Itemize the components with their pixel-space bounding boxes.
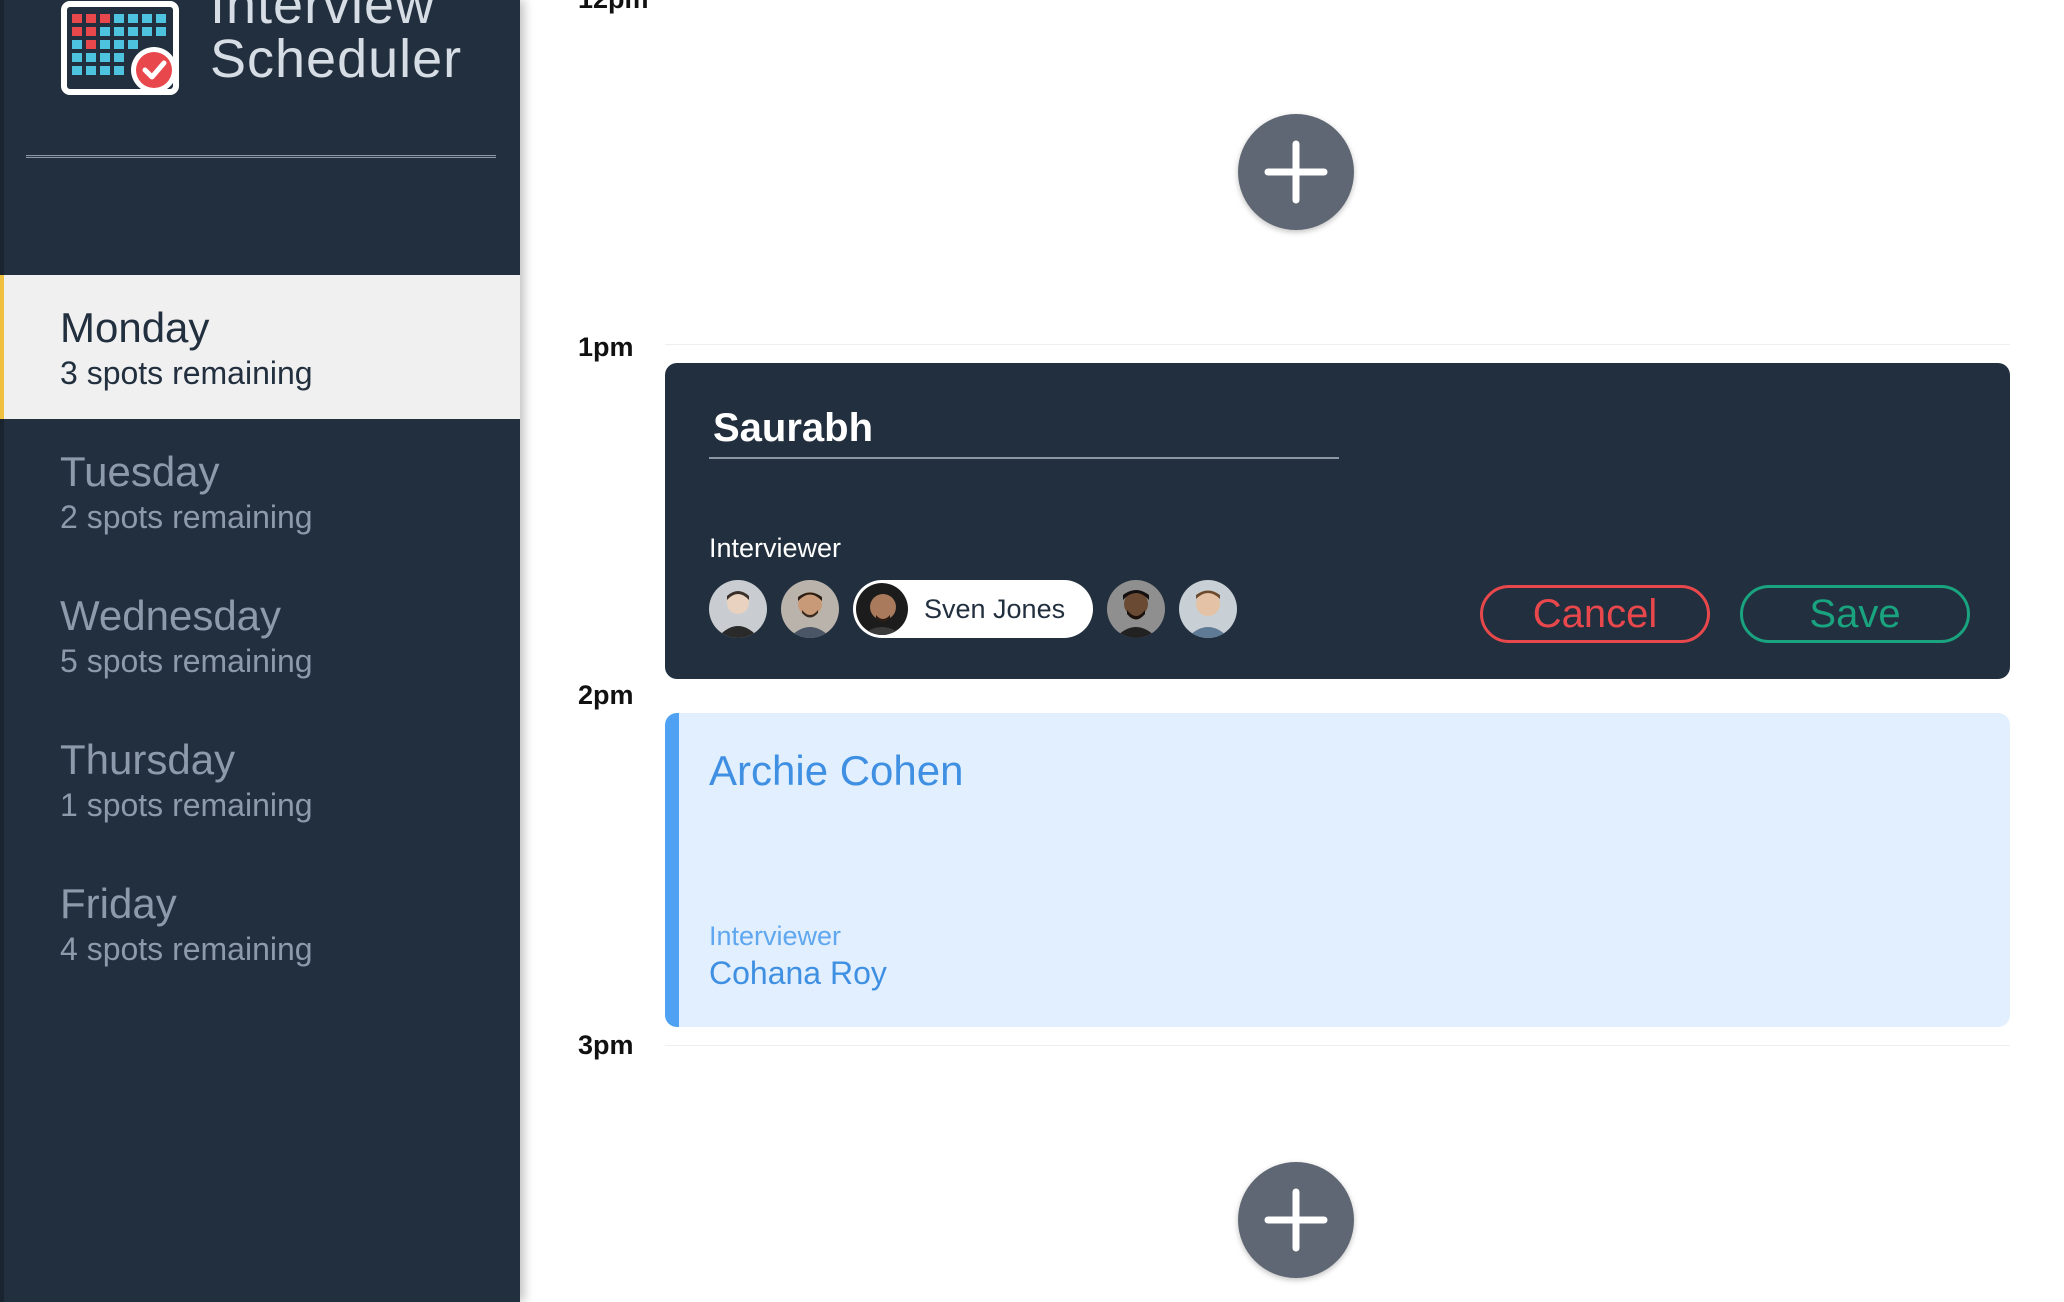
schedule: 12pm 1pm Interviewer	[520, 0, 2064, 1302]
save-button[interactable]: Save	[1740, 585, 1970, 643]
interviewer-avatar[interactable]	[1107, 580, 1166, 638]
day-spots: 4 spots remaining	[60, 931, 313, 967]
time-divider	[665, 344, 2010, 345]
day-name: Tuesday	[60, 448, 220, 495]
day-item-tuesday[interactable]: Tuesday 2 spots remaining	[0, 419, 520, 563]
time-label-12pm: 12pm	[578, 0, 649, 15]
day-spots: 5 spots remaining	[60, 643, 313, 679]
cancel-button[interactable]: Cancel	[1480, 585, 1710, 643]
day-item-wednesday[interactable]: Wednesday 5 spots remaining	[0, 563, 520, 707]
time-label-3pm: 3pm	[578, 1030, 634, 1060]
add-appointment-button[interactable]	[1238, 114, 1354, 230]
plus-icon	[1264, 140, 1328, 204]
app-title: Interview Scheduler	[210, 0, 462, 86]
selected-interviewer[interactable]: Sven Jones	[853, 580, 1094, 638]
day-name: Monday	[60, 304, 210, 351]
student-name-input[interactable]	[709, 399, 1339, 459]
day-item-friday[interactable]: Friday 4 spots remaining	[0, 851, 520, 995]
appointment-form: Interviewer	[665, 363, 2010, 679]
time-label-1pm: 1pm	[578, 332, 634, 362]
sidebar-divider	[26, 155, 496, 158]
avatar-icon	[1179, 580, 1238, 638]
interviewer-heading: Interviewer	[709, 533, 842, 563]
day-item-thursday[interactable]: Thursday 1 spots remaining	[0, 707, 520, 851]
avatar-icon	[1107, 580, 1166, 638]
avatar-icon	[709, 580, 767, 638]
day-list: Monday 3 spots remaining Tuesday 2 spots…	[0, 275, 520, 995]
day-name: Friday	[60, 880, 177, 927]
day-spots: 3 spots remaining	[60, 355, 313, 391]
avatar-icon	[856, 583, 908, 635]
booked-student-name: Archie Cohen	[709, 747, 964, 794]
app-title-line1: Interview	[210, 0, 436, 35]
time-divider	[665, 1045, 2010, 1046]
day-name: Thursday	[60, 736, 236, 783]
selected-interviewer-name: Sven Jones	[924, 593, 1066, 624]
day-spots: 2 spots remaining	[60, 499, 313, 535]
day-spots: 1 spots remaining	[60, 787, 313, 823]
interviewer-avatar[interactable]	[781, 580, 839, 638]
plus-icon	[1264, 1188, 1328, 1252]
avatar-icon	[781, 580, 839, 638]
interviewer-avatar[interactable]	[1179, 580, 1238, 638]
booked-interviewer-name: Cohana Roy	[709, 955, 887, 991]
day-name: Wednesday	[60, 592, 282, 639]
interviewer-list: Sven Jones	[709, 579, 1251, 639]
app-title-line2: Scheduler	[210, 29, 463, 89]
booked-appointment[interactable]: Archie Cohen Interviewer Cohana Roy	[665, 713, 2010, 1027]
calendar-check-icon	[61, 1, 179, 95]
sidebar: Interview Scheduler Monday 3 spots remai…	[0, 0, 520, 1302]
interviewer-avatar[interactable]	[709, 580, 767, 638]
interviewer-avatar	[856, 583, 908, 635]
brand: Interview Scheduler	[60, 0, 490, 110]
add-appointment-button[interactable]	[1238, 1162, 1354, 1278]
time-label-2pm: 2pm	[578, 680, 634, 710]
day-item-monday[interactable]: Monday 3 spots remaining	[0, 275, 520, 419]
booked-interviewer-label: Interviewer	[709, 921, 842, 951]
